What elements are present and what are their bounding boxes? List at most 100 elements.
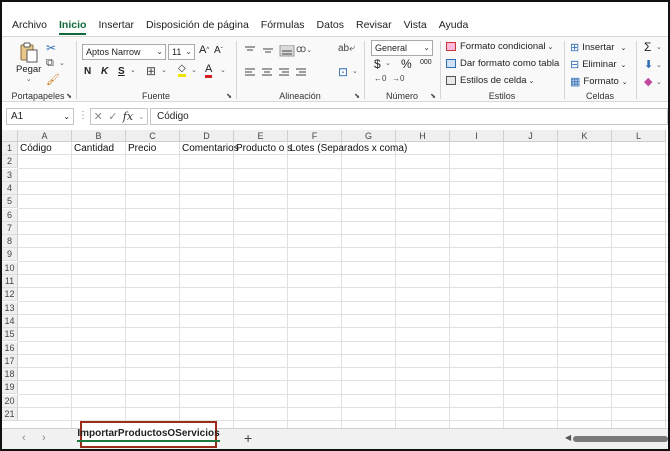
column-header[interactable]: K <box>558 130 612 142</box>
font-color-icon[interactable]: A <box>205 64 213 78</box>
dialog-launcher-icon[interactable]: ⬊ <box>226 92 232 100</box>
scrollbar-thumb[interactable] <box>573 436 668 442</box>
column-header[interactable]: H <box>396 130 450 142</box>
chevron-down-icon[interactable]: ⌄ <box>130 66 136 74</box>
cell-b1[interactable]: Cantidad <box>72 142 114 155</box>
cell-c1[interactable]: Precio <box>126 142 156 155</box>
row-header[interactable]: 14 <box>2 314 18 328</box>
horizontal-scrollbar[interactable]: ◀ <box>565 433 668 443</box>
column-header[interactable]: A <box>18 130 72 142</box>
chevron-left-icon[interactable]: ‹ <box>22 432 26 444</box>
row-header[interactable]: 17 <box>2 354 18 368</box>
row-header[interactable]: 16 <box>2 341 18 355</box>
cell-a1[interactable]: Código <box>18 142 52 155</box>
fill-color-icon[interactable]: ◇ <box>178 64 186 77</box>
row-header[interactable]: 21 <box>2 408 18 421</box>
wrap-text-icon[interactable]: ab⤶ <box>338 43 355 54</box>
format-cells-button[interactable]: ▦ Formato ⌄ <box>570 75 628 88</box>
column-header[interactable]: B <box>72 130 126 142</box>
chevron-down-icon[interactable]: ⌄ <box>138 113 144 121</box>
sheet-tab-active[interactable]: ImportarProductosOServicios <box>77 421 220 448</box>
increase-decimal-icon[interactable]: ←0 <box>374 74 386 83</box>
clear-icon[interactable]: ◆ <box>644 75 652 88</box>
tab-insertar[interactable]: Insertar <box>92 14 140 36</box>
spreadsheet-grid[interactable]: A B C D E F G H I J K L 1 2 3 4 5 6 7 8 9 10 11 12 13 14 15 16 17 18 1… <box>2 130 668 428</box>
chevron-down-icon[interactable]: ⌄ <box>352 67 358 75</box>
dialog-launcher-icon[interactable]: ⬊ <box>354 92 360 100</box>
chevron-right-icon[interactable]: › <box>42 432 46 444</box>
chevron-down-icon[interactable]: ⌄ <box>161 66 167 74</box>
tab-vista[interactable]: Vista <box>398 14 433 36</box>
fill-icon[interactable]: ⬇ <box>644 58 653 71</box>
column-header[interactable]: F <box>288 130 342 142</box>
thousands-button[interactable]: 000 <box>420 59 432 66</box>
delete-cells-button[interactable]: ⊟ Eliminar ⌄ <box>570 58 626 71</box>
row-header[interactable]: 7 <box>2 221 18 235</box>
row-header[interactable]: 19 <box>2 381 18 395</box>
row-header[interactable]: 10 <box>2 261 18 275</box>
enter-icon[interactable]: ✓ <box>108 110 117 123</box>
row-header[interactable]: 9 <box>2 248 18 262</box>
chevron-down-icon[interactable]: ⌄ <box>656 61 662 69</box>
currency-button[interactable]: $ <box>374 57 381 71</box>
merge-center-icon[interactable]: ⊡ <box>338 65 348 79</box>
chevron-down-icon[interactable]: ⌄ <box>59 59 65 67</box>
row-header[interactable]: 12 <box>2 288 18 302</box>
tab-datos[interactable]: Datos <box>311 14 350 36</box>
chevron-down-icon[interactable]: ⌄ <box>656 78 662 86</box>
format-painter-icon[interactable]: 🖌 <box>46 73 60 86</box>
row-header[interactable]: 3 <box>2 168 18 182</box>
cell-e1[interactable]: Producto o s <box>234 142 292 155</box>
tab-archivo[interactable]: Archivo <box>6 14 53 36</box>
scroll-left-icon[interactable]: ◀ <box>565 433 571 442</box>
chevron-down-icon[interactable]: ⌄ <box>656 43 662 51</box>
conditional-format-button[interactable]: Formato condicional ⌄ <box>446 41 553 52</box>
paste-button[interactable]: Pegar ⌄ <box>16 41 41 83</box>
tab-ayuda[interactable]: Ayuda <box>433 14 475 36</box>
font-size-select[interactable]: 11 ⌄ <box>168 44 195 60</box>
row-header[interactable]: 5 <box>2 195 18 209</box>
row-header[interactable]: 1 <box>2 142 18 155</box>
formula-input[interactable]: Código <box>150 108 668 125</box>
column-header[interactable]: J <box>504 130 558 142</box>
row-header[interactable]: 15 <box>2 328 18 342</box>
column-header[interactable]: G <box>342 130 396 142</box>
chevron-down-icon[interactable]: ⌄ <box>385 59 391 67</box>
column-header[interactable]: L <box>612 130 666 142</box>
name-box[interactable]: A1 ⌄ <box>6 108 74 125</box>
select-all-corner[interactable] <box>2 130 18 142</box>
cancel-icon[interactable]: ✕ <box>94 110 103 123</box>
insert-cells-button[interactable]: ⊞ Insertar ⌄ <box>570 41 626 54</box>
row-header[interactable]: 8 <box>2 235 18 249</box>
chevron-down-icon[interactable]: ⌄ <box>191 66 197 74</box>
row-header[interactable]: 2 <box>2 155 18 169</box>
column-header[interactable]: C <box>126 130 180 142</box>
bold-button[interactable]: N <box>84 66 91 77</box>
italic-button[interactable]: K <box>101 66 108 77</box>
grow-font-icon[interactable]: A ^ <box>199 44 209 56</box>
cell-d1[interactable]: Comentarios <box>180 142 239 155</box>
font-name-select[interactable]: Aptos Narrow ⌄ <box>82 44 166 60</box>
cut-icon[interactable]: ✂ <box>46 41 56 55</box>
column-header[interactable]: I <box>450 130 504 142</box>
tab-inicio[interactable]: Inicio <box>53 14 92 36</box>
decrease-decimal-icon[interactable]: →0 <box>392 74 404 83</box>
underline-button[interactable]: S <box>118 66 125 77</box>
shrink-font-icon[interactable]: Aˇ <box>214 45 223 56</box>
format-as-table-button[interactable]: Dar formato como tabla <box>446 58 559 69</box>
row-header[interactable]: 20 <box>2 394 18 408</box>
row-header[interactable]: 18 <box>2 368 18 382</box>
more-options-icon[interactable]: ⋮ <box>78 110 88 121</box>
column-header[interactable]: D <box>180 130 234 142</box>
row-header[interactable]: 13 <box>2 301 18 315</box>
number-format-select[interactable]: General ⌄ <box>371 40 433 56</box>
copy-icon[interactable]: ⧉ <box>46 57 54 70</box>
tab-revisar[interactable]: Revisar <box>350 14 398 36</box>
borders-icon[interactable]: ⊞ <box>146 64 156 78</box>
dialog-launcher-icon[interactable]: ⬊ <box>430 92 436 100</box>
row-header[interactable]: 11 <box>2 275 18 288</box>
tab-formulas[interactable]: Fórmulas <box>255 14 311 36</box>
dialog-launcher-icon[interactable]: ⬊ <box>66 92 72 100</box>
tab-disposicion[interactable]: Disposición de página <box>140 14 255 36</box>
row-header[interactable]: 6 <box>2 208 18 222</box>
